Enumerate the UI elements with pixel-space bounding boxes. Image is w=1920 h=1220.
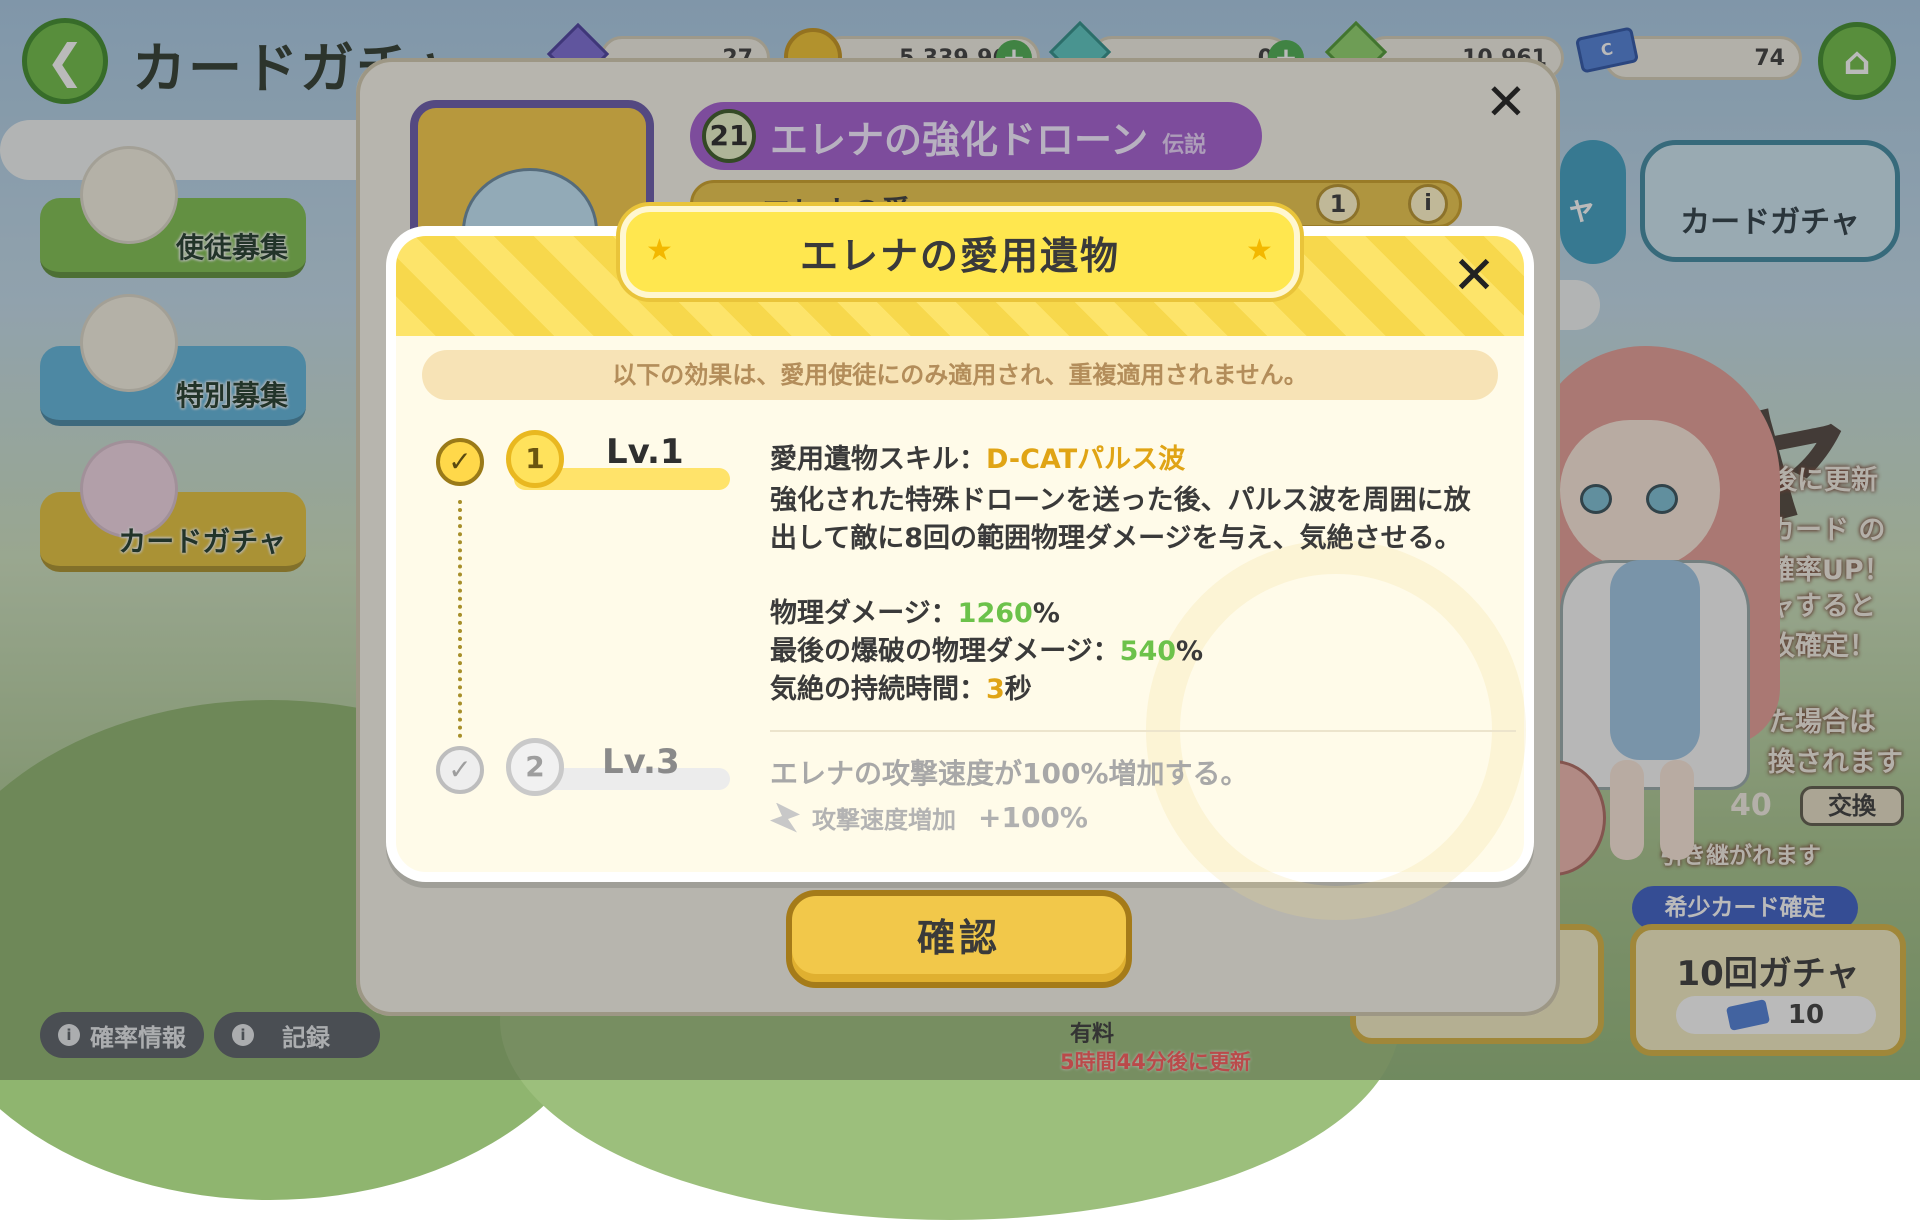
stat-stun-duration: 気絶の持続時間：3秒 xyxy=(770,672,1032,708)
stat-label: 気絶の持続時間： xyxy=(770,674,986,705)
level-track xyxy=(458,500,462,738)
stat-final-blast-damage: 最後の爆破の物理ダメージ：540% xyxy=(770,634,1203,670)
divider xyxy=(770,730,1516,732)
stat-value: 540 xyxy=(1119,636,1177,667)
star-icon: ★ xyxy=(646,233,673,268)
stat-label: 最後の爆破の物理ダメージ： xyxy=(770,636,1120,667)
stat-unit: % xyxy=(1176,636,1204,667)
stat-unit: 秒 xyxy=(1004,674,1032,705)
dialog-title-plate: エレナの愛用遺物 xyxy=(620,206,1300,298)
buff-label: 攻撃速度増加 xyxy=(812,806,956,834)
stat-unit: % xyxy=(1032,598,1060,629)
level-seal: 2 xyxy=(506,738,564,796)
buff-row: 攻撃速度増加 +100% xyxy=(770,800,1088,835)
close-dialog-button[interactable]: ✕ xyxy=(1448,250,1500,302)
skill-prefix: 愛用遺物スキル： xyxy=(770,444,986,475)
level-label: Lv.1 xyxy=(606,432,684,472)
skill-description: 強化された特殊ドローンを送った後、パルス波を周囲に放出して敵に8回の範囲物理ダメ… xyxy=(770,485,1471,554)
stat-value: 3 xyxy=(986,674,1005,705)
confirm-button[interactable]: 確認 xyxy=(786,890,1132,988)
attack-speed-icon xyxy=(770,802,800,833)
dialog-title: エレナの愛用遺物 xyxy=(799,233,1120,278)
stat-value: 1260 xyxy=(957,598,1033,629)
check-icon: ✓ xyxy=(436,746,484,794)
level-label: Lv.3 xyxy=(602,742,680,782)
stat-label: 物理ダメージ： xyxy=(770,598,958,629)
buff-value: +100% xyxy=(978,801,1088,834)
level-seal: 1 xyxy=(506,430,564,488)
relic-skill-line: 愛用遺物スキル：D-CATパルス波 xyxy=(770,442,1185,478)
stat-physical-damage: 物理ダメージ：1260% xyxy=(770,596,1060,632)
notice-banner: 以下の効果は、愛用使徒にのみ適用され、重複適用されません。 xyxy=(422,350,1498,400)
check-icon: ✓ xyxy=(436,438,484,486)
skill-name: D-CATパルス波 xyxy=(986,444,1186,475)
star-icon: ★ xyxy=(1246,233,1273,268)
level-3-description: エレナの攻撃速度が100%増加する。 xyxy=(770,757,1249,790)
